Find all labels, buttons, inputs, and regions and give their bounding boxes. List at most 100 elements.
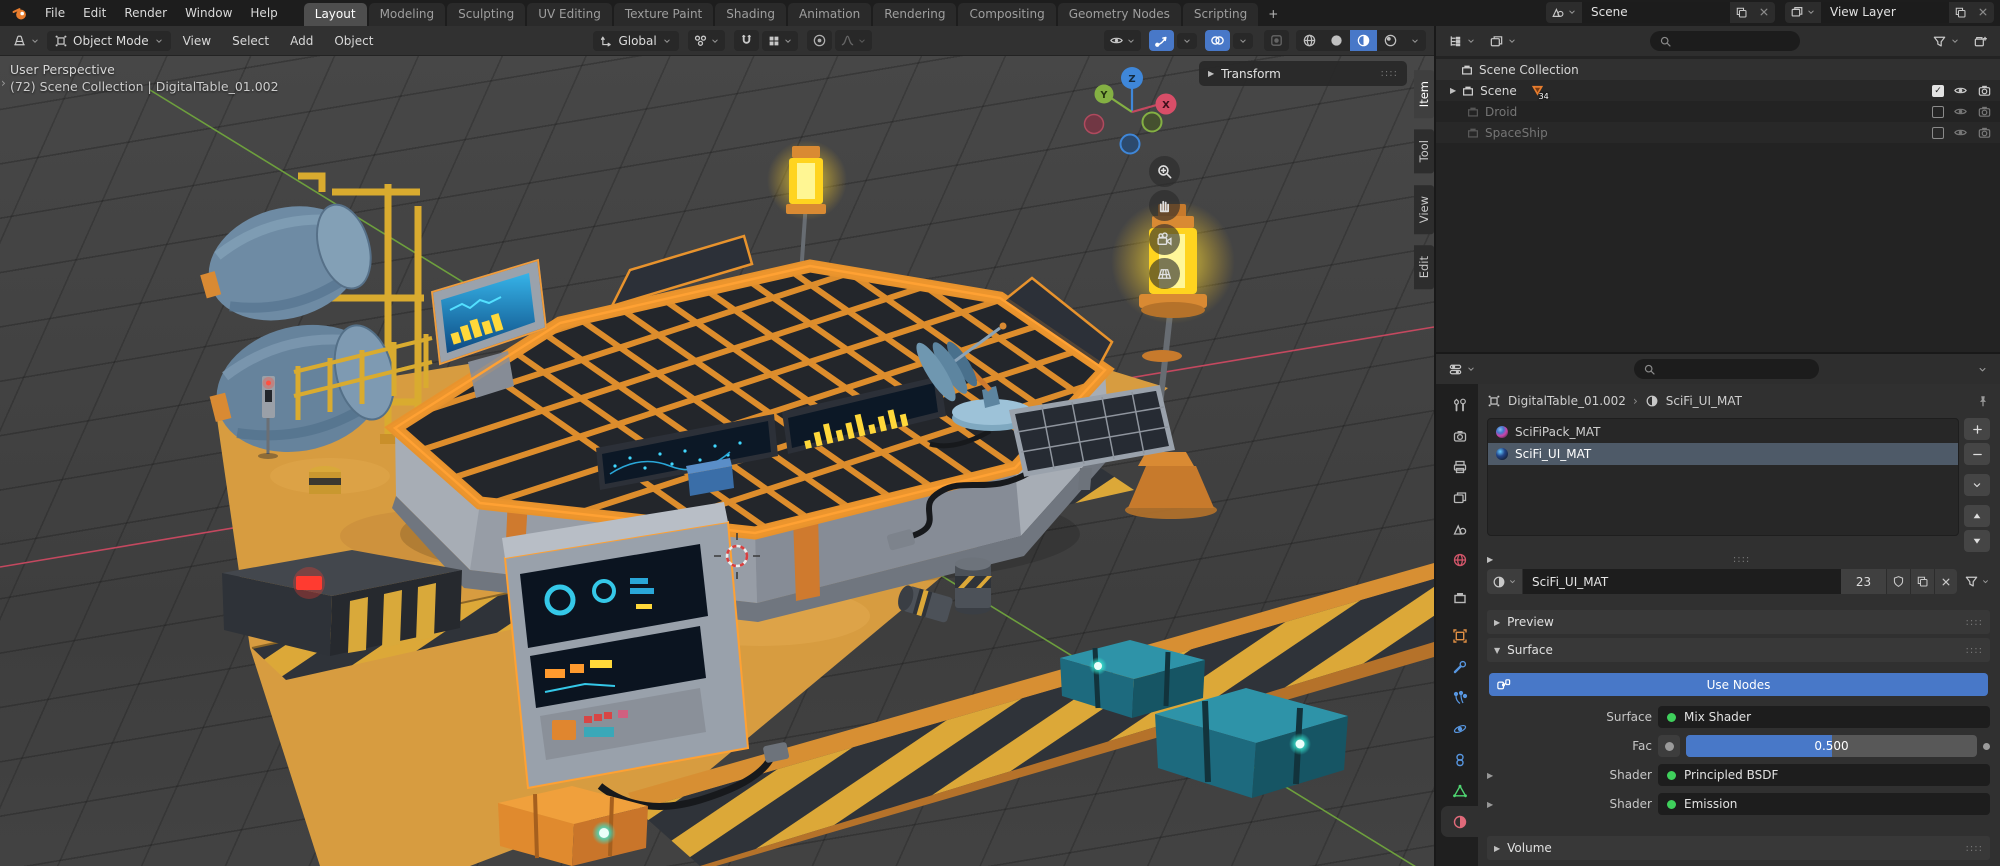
remove-slot-button[interactable] — [1964, 443, 1990, 465]
tab-output[interactable] — [1441, 451, 1478, 482]
use-nodes-button[interactable]: Use Nodes — [1489, 673, 1988, 696]
tab-shading[interactable]: Shading — [715, 3, 786, 26]
blender-logo-icon[interactable] — [6, 5, 35, 22]
gizmo-dropdown[interactable] — [1177, 33, 1197, 49]
move-slot-up-button[interactable] — [1964, 505, 1990, 527]
expand-arrow-icon[interactable]: ▶ — [1487, 771, 1499, 780]
panel-preview[interactable]: ▶ Preview :::: — [1487, 610, 1990, 634]
scene-name-field[interactable]: Scene — [1582, 2, 1730, 23]
panel-grip[interactable]: :::: — [1966, 617, 1983, 628]
menu-window[interactable]: Window — [177, 2, 240, 24]
menu-render[interactable]: Render — [116, 2, 175, 24]
render-visibility-icon[interactable] — [1977, 83, 1992, 98]
scene-browse-button[interactable] — [1546, 2, 1582, 23]
fake-user-button[interactable] — [1887, 569, 1911, 594]
keyframe-dot[interactable] — [1983, 743, 1990, 750]
outliner-display-mode-button[interactable] — [1485, 31, 1521, 52]
tab-rendering[interactable]: Rendering — [873, 3, 956, 26]
surface-shader-field[interactable]: Mix Shader — [1658, 706, 1990, 728]
sidebar-tab-item[interactable]: Item — [1414, 70, 1434, 118]
properties-options-button[interactable] — [1973, 361, 1992, 378]
material-slot[interactable]: SciFiPack_MAT — [1488, 421, 1958, 443]
render-visibility-icon[interactable] — [1977, 125, 1992, 140]
snap-toggle[interactable] — [734, 30, 759, 51]
material-slot-active[interactable]: SciFi_UI_MAT — [1488, 443, 1958, 465]
pivot-point-dropdown[interactable] — [688, 30, 725, 51]
hide-eye-icon[interactable] — [1953, 125, 1968, 140]
shading-material-button[interactable] — [1350, 30, 1377, 51]
fac-slider[interactable]: 0.500 — [1686, 735, 1977, 757]
gizmo-axis-y[interactable]: Y — [1095, 85, 1114, 104]
tab-world[interactable] — [1441, 544, 1478, 575]
scene-unlink-button[interactable] — [1753, 2, 1775, 23]
browse-material-button[interactable] — [1487, 569, 1523, 594]
outliner-editor-type-button[interactable] — [1444, 31, 1480, 52]
toolbar-expand-arrow[interactable]: › — [1, 76, 6, 90]
show-gizmo-toggle[interactable] — [1149, 30, 1174, 51]
tab-animation[interactable]: Animation — [788, 3, 871, 26]
panel-grip[interactable]: :::: — [1966, 645, 1983, 656]
perspective-toggle-button[interactable] — [1149, 258, 1180, 289]
overlays-dropdown[interactable] — [1233, 33, 1253, 49]
tab-material[interactable] — [1441, 806, 1478, 837]
view-layer-browse-button[interactable] — [1785, 2, 1821, 23]
sidebar-tab-edit[interactable]: Edit — [1414, 245, 1434, 289]
selectability-checkbox[interactable] — [1932, 127, 1944, 139]
tab-modifiers[interactable] — [1441, 651, 1478, 682]
tab-sculpting[interactable]: Sculpting — [447, 3, 525, 26]
tab-scripting[interactable]: Scripting — [1183, 3, 1258, 26]
tab-uv-editing[interactable]: UV Editing — [527, 3, 612, 26]
gizmo-axis-neg-z[interactable] — [1121, 135, 1140, 154]
expand-arrow-icon[interactable]: ▶ — [1450, 86, 1456, 95]
menu-select[interactable]: Select — [223, 30, 278, 52]
menu-edit[interactable]: Edit — [75, 2, 114, 24]
unlink-material-button[interactable] — [1935, 569, 1957, 594]
menu-view[interactable]: View — [174, 30, 220, 52]
gizmo-axis-x[interactable]: X — [1156, 94, 1177, 115]
shading-rendered-button[interactable] — [1377, 30, 1404, 51]
slot-specials-button[interactable] — [1964, 474, 1990, 496]
tab-constraints[interactable] — [1441, 744, 1478, 775]
snap-settings-dropdown[interactable] — [762, 31, 798, 51]
add-slot-button[interactable] — [1964, 418, 1990, 440]
shading-wireframe-button[interactable] — [1296, 30, 1323, 51]
camera-view-button[interactable] — [1149, 224, 1180, 255]
view-layer-unlink-button[interactable] — [1972, 2, 1994, 23]
show-overlays-toggle[interactable] — [1205, 30, 1230, 51]
menu-add[interactable]: Add — [281, 30, 322, 52]
tab-modeling[interactable]: Modeling — [369, 3, 446, 26]
proportional-edit-toggle[interactable] — [807, 30, 832, 51]
tab-collection[interactable] — [1441, 582, 1478, 613]
zoom-button[interactable] — [1149, 156, 1180, 187]
copy-material-button[interactable] — [1911, 569, 1935, 594]
tab-scene[interactable] — [1441, 513, 1478, 544]
hide-eye-icon[interactable] — [1953, 83, 1968, 98]
pan-button[interactable] — [1149, 190, 1180, 221]
list-expand-arrow[interactable]: ▶ — [1487, 555, 1493, 564]
menu-help[interactable]: Help — [242, 2, 285, 24]
new-collection-button[interactable] — [1969, 31, 1992, 52]
sidebar-tab-view[interactable]: View — [1414, 185, 1434, 234]
move-slot-down-button[interactable] — [1964, 530, 1990, 552]
gizmo-axis-neg-y[interactable] — [1143, 113, 1162, 132]
panel-volume[interactable]: ▶ Volume :::: — [1487, 836, 1990, 860]
editor-type-button[interactable] — [8, 30, 44, 51]
users-count-button[interactable]: 23 — [1841, 569, 1887, 594]
list-resize-grip[interactable]: :::: — [1733, 554, 1750, 565]
tab-view-layer[interactable] — [1441, 482, 1478, 513]
panel-grip[interactable]: :::: — [1966, 843, 1983, 854]
shader-field-emission[interactable]: Emission — [1658, 793, 1990, 815]
view-layer-copy-button[interactable] — [1949, 2, 1972, 23]
shading-dropdown[interactable] — [1404, 30, 1426, 51]
pin-icon[interactable] — [1976, 394, 1990, 408]
outliner-search-input[interactable] — [1650, 31, 1800, 51]
hide-eye-icon[interactable] — [1953, 104, 1968, 119]
sidebar-tab-tool[interactable]: Tool — [1414, 129, 1434, 173]
tab-physics[interactable] — [1441, 713, 1478, 744]
tab-geometry-nodes[interactable]: Geometry Nodes — [1058, 3, 1181, 26]
shading-solid-button[interactable] — [1323, 30, 1350, 51]
navigation-gizmo[interactable]: Z Y X — [1080, 62, 1186, 158]
render-visibility-icon[interactable] — [1977, 104, 1992, 119]
tab-compositing[interactable]: Compositing — [958, 3, 1055, 26]
selectability-checkbox[interactable]: ✓ — [1932, 85, 1944, 97]
